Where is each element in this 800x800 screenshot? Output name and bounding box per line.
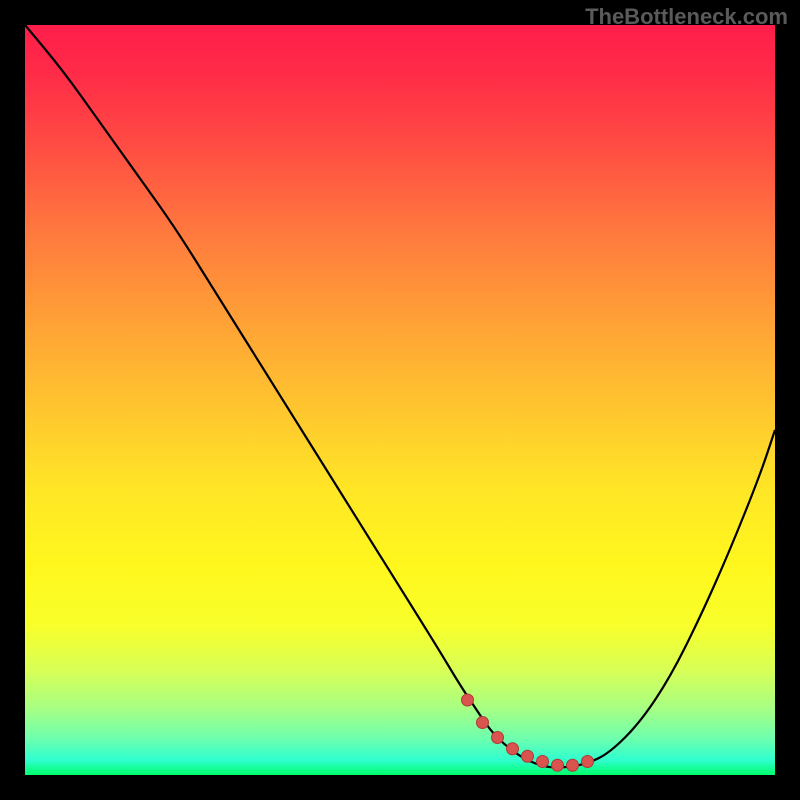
curve-marker xyxy=(477,717,489,729)
curve-marker xyxy=(492,732,504,744)
chart-svg xyxy=(25,25,775,775)
curve-marker xyxy=(507,743,519,755)
chart-plot-area xyxy=(25,25,775,775)
curve-markers xyxy=(462,694,594,771)
bottleneck-curve xyxy=(25,25,775,768)
curve-marker xyxy=(582,756,594,768)
curve-marker xyxy=(522,750,534,762)
curve-marker xyxy=(567,759,579,771)
curve-marker xyxy=(462,694,474,706)
curve-marker xyxy=(537,756,549,768)
curve-marker xyxy=(552,759,564,771)
watermark-text: TheBottleneck.com xyxy=(585,4,788,30)
